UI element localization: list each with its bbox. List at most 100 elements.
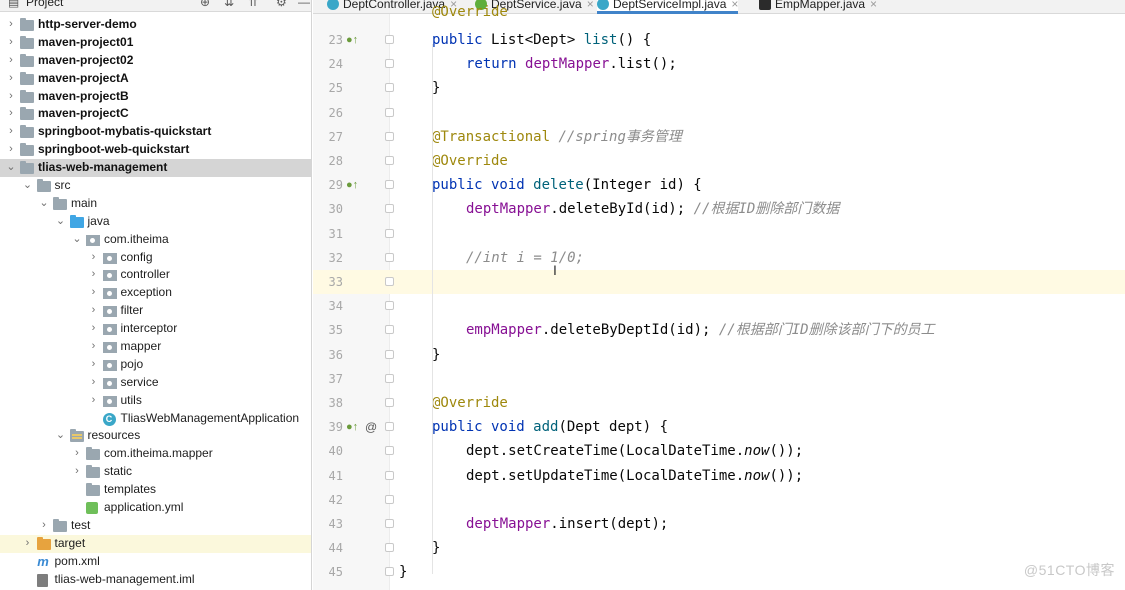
chevron-down-icon[interactable]: ⌄ [71,231,83,249]
chevron-right-icon[interactable]: › [88,249,100,267]
fold-marker-icon[interactable] [385,398,394,407]
tree-item[interactable]: › maven-project02 [0,52,311,70]
chevron-down-icon[interactable]: ⌄ [22,177,34,195]
code-line[interactable]: 41 dept.setUpdateTime(LocalDateTime.now()… [313,464,1125,488]
code-editor[interactable]: @Override 23 ●↑ public List<Dept> list() {… [313,4,1125,590]
chevron-right-icon[interactable]: › [5,52,17,70]
fold-marker-icon[interactable] [385,59,394,69]
code-line[interactable]: 30 deptMapper.deleteById(id); //根据ID删除部门数… [313,197,1125,221]
fold-marker-icon[interactable] [385,35,394,44]
chevron-right-icon[interactable]: › [71,445,83,463]
code-line[interactable]: 32 //int i = 1/0; [313,246,1125,270]
tree-item[interactable]: › springboot-mybatis-quickstart [0,123,311,141]
chevron-down-icon[interactable]: ⌄ [55,213,67,231]
code-line[interactable]: 43 deptMapper.insert(dept); [313,512,1125,536]
fold-marker-icon[interactable] [385,252,394,262]
minimize-icon[interactable]: — [298,0,310,9]
code-line[interactable]: 31 [313,222,1125,246]
fold-marker-icon[interactable] [385,519,394,528]
implements-method-icon[interactable]: ●↑ [346,28,358,52]
chevron-right-icon[interactable]: › [88,284,100,302]
tree-item[interactable]: › service [0,374,311,392]
fold-marker-icon[interactable] [385,83,394,93]
chevron-right-icon[interactable]: › [5,105,17,123]
tree-item[interactable]: ⌄ src [0,177,311,195]
code-line[interactable]: 24 return deptMapper.list(); [313,52,1125,76]
gear-icon[interactable]: ⚙ [276,0,287,9]
tree-item[interactable]: › filter [0,302,311,320]
tree-item[interactable]: › config [0,249,311,267]
code-line[interactable]: 42 [313,488,1125,512]
fold-marker-icon[interactable] [385,373,394,383]
tree-item[interactable]: ⌄ com.itheima [0,231,311,249]
tree-item[interactable]: ⌄ java [0,213,311,231]
chevron-down-icon[interactable]: ⌄ [38,195,50,213]
tree-item[interactable]: › maven-projectC [0,105,311,123]
tree-item[interactable]: templates [0,481,311,499]
code-line[interactable]: 34 [313,294,1125,318]
tree-item[interactable]: › static [0,463,311,481]
tree-item[interactable]: ⌄ resources [0,427,311,445]
tree-item[interactable]: › target [0,534,311,553]
tree-item[interactable]: › mapper [0,338,311,356]
gutter-at-marker[interactable]: @ [365,415,377,439]
code-line[interactable]: 23 ●↑ public List<Dept> list() { [313,28,1125,52]
chevron-right-icon[interactable]: › [38,517,50,535]
tree-item[interactable]: › utils [0,392,311,410]
fold-marker-icon[interactable] [385,301,394,311]
fold-marker-icon[interactable] [385,107,394,117]
fold-marker-icon[interactable] [385,446,394,456]
fold-marker-icon[interactable] [385,180,394,190]
chevron-right-icon[interactable]: › [22,535,34,553]
fold-marker-icon[interactable] [385,131,394,141]
tree-item[interactable]: › test [0,517,311,535]
fold-marker-icon[interactable] [385,422,394,432]
chevron-right-icon[interactable]: › [88,302,100,320]
chevron-right-icon[interactable]: › [88,320,100,338]
project-panel-title[interactable]: Project [26,0,63,9]
chevron-down-icon[interactable]: ⌄ [55,427,67,445]
code-line[interactable]: 28 @Override [313,149,1125,173]
code-line[interactable]: 27 @Transactional //spring事务管理 [313,125,1125,149]
fold-marker-icon[interactable] [385,156,394,165]
fold-marker-icon[interactable] [385,567,394,577]
fold-marker-icon[interactable] [385,204,394,214]
code-line[interactable]: 38 @Override [313,391,1125,415]
tree-item[interactable]: › maven-projectA [0,70,311,88]
code-line[interactable]: 40 dept.setCreateTime(LocalDateTime.now()… [313,439,1125,463]
project-view-icon[interactable]: ▤ [8,0,19,9]
chevron-right-icon[interactable]: › [5,88,17,106]
code-line[interactable]: 25} [313,76,1125,100]
tree-item[interactable]: ⌄ main [0,195,311,213]
fold-marker-icon[interactable] [385,543,394,553]
tree-item[interactable]: ⌄ tlias-web-management [0,159,311,178]
chevron-right-icon[interactable]: › [88,392,100,410]
chevron-right-icon[interactable]: › [88,338,100,356]
chevron-right-icon[interactable]: › [88,266,100,284]
chevron-right-icon[interactable]: › [5,16,17,34]
tree-item[interactable]: › http-server-demo [0,16,311,34]
tree-item[interactable]: C TliasWebManagementApplication [0,410,311,428]
chevron-right-icon[interactable]: › [71,463,83,481]
tree-item[interactable]: › springboot-web-quickstart [0,141,311,159]
code-line[interactable]: 29 ●↑ public void delete(Integer id) { [313,173,1125,197]
tree-item[interactable]: › com.itheima.mapper [0,445,311,463]
chevron-down-icon[interactable]: ⌄ [5,159,17,177]
chevron-right-icon[interactable]: › [88,356,100,374]
tree-item[interactable]: › maven-projectB [0,88,311,106]
tree-item[interactable]: › interceptor [0,320,311,338]
tree-item[interactable]: tlias-web-management.iml [0,571,311,589]
code-line[interactable]: 26 [313,101,1125,125]
code-line[interactable]: 33 [313,270,1125,295]
locate-file-icon[interactable]: ⊕ [200,0,210,9]
code-line[interactable]: 36} [313,343,1125,367]
code-line[interactable]: 35 empMapper.deleteByDeptId(id); //根据部门ID… [313,318,1125,342]
expand-all-icon[interactable]: ⇊ [224,0,234,9]
chevron-right-icon[interactable]: › [5,34,17,52]
code-line[interactable]: 45} [313,560,1125,584]
chevron-right-icon[interactable]: › [88,374,100,392]
tree-item[interactable]: › exception [0,284,311,302]
implements-method-icon[interactable]: ●↑ [346,415,358,439]
fold-marker-icon[interactable] [385,277,394,286]
chevron-right-icon[interactable]: › [5,70,17,88]
